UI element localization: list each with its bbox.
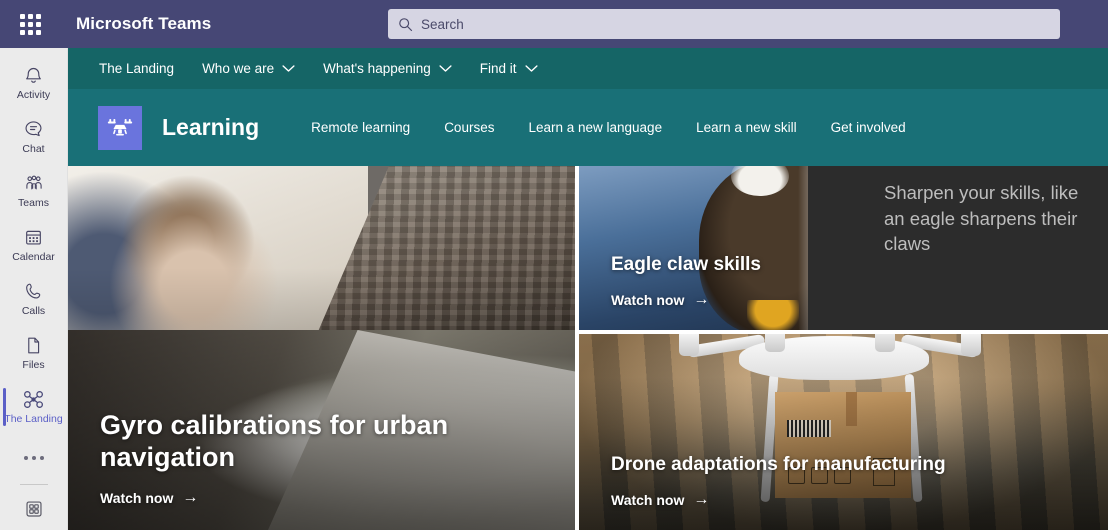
chevron-down-icon [524,64,538,73]
card-title: Gyro calibrations for urban navigation [100,410,449,473]
card-drone-adaptations[interactable]: Drone adaptations for manufacturing Watc… [579,334,1108,530]
learning-link-get-involved[interactable]: Get involved [831,120,906,135]
site-nav-bar: The Landing Who we are What's happening … [68,48,1108,89]
nav-item-whats-happening[interactable]: What's happening [323,61,452,76]
learning-link-learn-a-new-skill[interactable]: Learn a new skill [696,120,797,135]
calendar-icon [23,226,44,248]
sidebar-item-the-landing[interactable]: The Landing [0,380,68,434]
app-launcher-waffle-icon[interactable] [16,10,44,38]
sidebar-item-label: Calendar [12,251,55,264]
left-app-rail: Activity Chat Teams Calendar Calls Files… [0,48,68,530]
learning-links: Remote learning Courses Learn a new lang… [311,120,940,135]
search-bar[interactable]: Search [388,9,1060,39]
sidebar-item-teams[interactable]: Teams [0,164,68,218]
watch-now-label: Watch now [611,292,685,308]
sidebar-item-label: Files [22,359,45,372]
chevron-down-icon [282,64,295,73]
sidebar-item-label: The Landing [4,413,63,426]
teams-app-window: Microsoft Teams Search Activity Chat Tea… [0,0,1108,530]
nav-item-the-landing[interactable]: The Landing [99,61,174,76]
card-text-block: Drone adaptations for manufacturing Watc… [611,454,946,508]
learning-header: Learning Remote learning Courses Learn a… [68,89,1108,166]
card-quote: Sharpen your skills, like an eagle sharp… [884,182,1079,255]
drone-logo-icon [98,105,142,150]
sidebar-item-calls[interactable]: Calls [0,272,68,326]
apps-grid-icon[interactable] [0,489,68,529]
sidebar-item-files[interactable]: Files [0,326,68,380]
watch-now-link[interactable]: Watch now → [611,291,761,309]
file-icon [23,334,44,356]
search-placeholder: Search [421,16,464,32]
watch-now-label: Watch now [100,490,174,506]
arrow-right-icon: → [693,291,710,308]
arrow-right-icon: → [182,489,199,506]
sidebar-item-label: Chat [22,143,45,156]
watch-now-label: Watch now [611,492,685,508]
learning-link-learn-a-new-language[interactable]: Learn a new language [528,120,662,135]
learning-title: Learning [162,114,260,140]
watch-now-link[interactable]: Watch now → [100,489,470,507]
phone-icon [23,280,44,302]
nav-item-label: What's happening [323,61,431,76]
search-icon [398,17,413,32]
sidebar-item-chat[interactable]: Chat [0,110,68,164]
sidebar-item-activity[interactable]: Activity [0,56,68,110]
learning-link-courses[interactable]: Courses [444,120,494,135]
nav-item-label: Who we are [202,61,275,76]
card-title: Eagle claw skills [611,253,761,275]
drone-icon [22,388,45,410]
sidebar-item-calendar[interactable]: Calendar [0,218,68,272]
watch-now-link[interactable]: Watch now → [611,491,946,509]
arrow-right-icon: → [693,491,710,508]
card-eagle-claw-skills[interactable]: Sharpen your skills, like an eagle sharp… [579,166,1108,330]
top-bar: Microsoft Teams Search [0,0,1108,48]
teams-icon [23,172,45,194]
card-text-block: Gyro calibrations for urban navigation W… [100,410,470,506]
chevron-down-icon [439,64,452,73]
sidebar-item-label: Calls [21,305,46,318]
card-gyro-calibrations[interactable]: Gyro calibrations for urban navigation W… [68,166,575,530]
sidebar-item-label: Teams [18,197,49,210]
nav-item-who-we-are[interactable]: Who we are [202,61,295,76]
nav-item-find-it[interactable]: Find it [480,61,538,76]
learning-link-remote-learning[interactable]: Remote learning [311,120,410,135]
card-title: Drone adaptations for manufacturing [611,453,946,475]
chat-icon [23,118,44,140]
ellipsis-icon[interactable] [0,438,68,478]
sidebar-item-label: Activity [16,89,51,102]
nav-item-label: The Landing [99,61,175,76]
content-area: Gyro calibrations for urban navigation W… [68,166,1108,530]
card-text-block: Eagle claw skills Watch now → [611,254,761,308]
nav-item-label: Find it [479,61,517,76]
bell-icon [23,64,44,86]
app-title: Microsoft Teams [76,14,212,33]
rail-divider [19,484,48,485]
